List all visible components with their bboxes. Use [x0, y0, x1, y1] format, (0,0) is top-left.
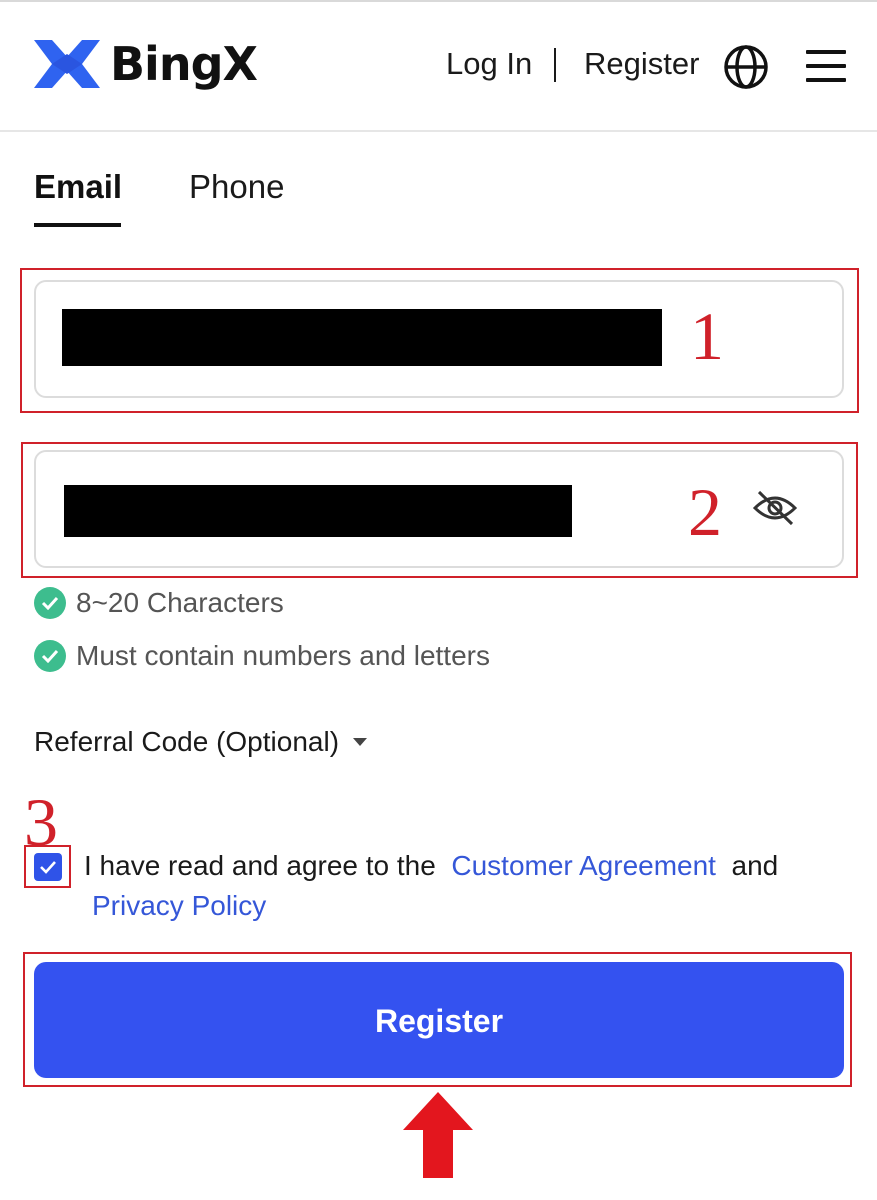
- check-circle-icon: [34, 640, 66, 672]
- annotation-box-1: [20, 268, 859, 413]
- referral-code-toggle[interactable]: Referral Code (Optional): [34, 724, 368, 760]
- password-rule-length: 8~20 Characters: [34, 586, 284, 620]
- login-link[interactable]: Log In: [446, 44, 532, 84]
- password-rule-composition: Must contain numbers and letters: [34, 639, 490, 673]
- agreement-text-line2: Privacy Policy: [92, 888, 266, 924]
- annotation-number-2: 2: [688, 474, 722, 550]
- agreement-prefix: I have read and agree to the: [84, 850, 436, 881]
- globe-icon[interactable]: [723, 44, 769, 90]
- tab-email[interactable]: Email: [34, 166, 122, 208]
- referral-code-label: Referral Code (Optional): [34, 726, 340, 757]
- hamburger-menu-icon[interactable]: [806, 48, 846, 84]
- agreement-text: I have read and agree to the Customer Ag…: [84, 848, 778, 884]
- brand-name: BingX: [110, 37, 258, 91]
- password-rule-text: 8~20 Characters: [76, 587, 284, 618]
- agreement-checkbox[interactable]: [34, 853, 62, 881]
- annotation-box-2: [21, 442, 858, 578]
- bingx-logo-icon: [34, 40, 100, 88]
- password-rule-text: Must contain numbers and letters: [76, 640, 490, 671]
- caret-down-icon: [353, 738, 368, 746]
- check-circle-icon: [34, 587, 66, 619]
- annotation-number-1: 1: [690, 298, 724, 374]
- register-link[interactable]: Register: [584, 44, 699, 84]
- brand-logo[interactable]: BingX: [32, 36, 258, 92]
- tab-phone[interactable]: Phone: [189, 166, 284, 208]
- site-header: BingX Log In Register: [0, 0, 877, 132]
- nav-separator: [554, 48, 556, 82]
- agreement-middle: and: [731, 850, 779, 881]
- privacy-policy-link[interactable]: Privacy Policy: [92, 890, 266, 921]
- annotation-number-3: 3: [24, 784, 58, 860]
- arrow-up-icon: [403, 1092, 473, 1178]
- customer-agreement-link[interactable]: Customer Agreement: [451, 850, 716, 881]
- tab-email-underline: [34, 223, 121, 227]
- register-button[interactable]: Register: [34, 962, 844, 1078]
